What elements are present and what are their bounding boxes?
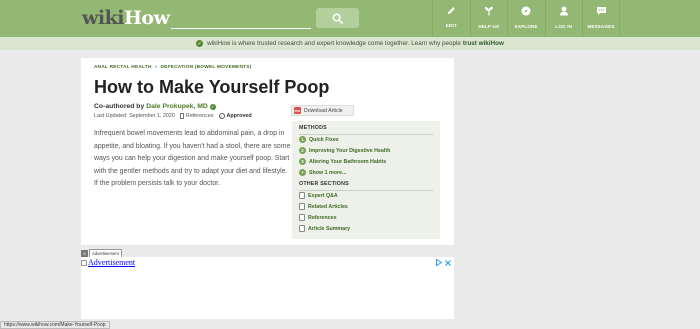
trust-banner-text: wikiHow is where trusted research and ex… (207, 40, 461, 47)
approved-badge[interactable]: Approved (227, 113, 252, 119)
toc-references[interactable]: References (299, 214, 337, 221)
top-nav: EDIT HELP US EXPLORE LOG IN MESSAGES (432, 0, 620, 37)
toc-related-articles[interactable]: Related Articles (299, 203, 348, 210)
wikihow-logo[interactable]: wikiHow (82, 7, 170, 29)
toc-method-label: Improving Your Digestive Health (309, 147, 391, 154)
coauthor-name-link[interactable]: Dale Prokupek, MD (146, 103, 208, 110)
nav-help-us-label: HELP US (478, 24, 500, 29)
breadcrumb-separator: » (154, 65, 158, 70)
chat-icon (596, 7, 606, 15)
page-title: How to Make Yourself Poop (94, 77, 330, 97)
browser-status-bar: https://www.wikihow.com/Make-Yourself-Po… (0, 321, 110, 329)
references-icon (299, 214, 305, 221)
toc-article-summary[interactable]: Article Summary (299, 225, 350, 232)
method-number-badge: 2 (299, 147, 306, 154)
close-icon (445, 259, 451, 266)
adchoices-icon (436, 259, 442, 266)
breadcrumb: ANAL RECTAL HEALTH» DEFECATION (BOWEL MOV… (94, 65, 251, 70)
search-input[interactable] (171, 11, 311, 29)
site-header: wikiHow EDIT HELP US EXPLORE LOG IN MESS… (0, 0, 700, 37)
download-article-button[interactable]: PDF Download Article (291, 105, 354, 116)
references-link[interactable]: References (186, 113, 214, 119)
ad-choices[interactable] (436, 259, 451, 266)
nav-explore-label: EXPLORE (514, 24, 538, 29)
breadcrumb-item[interactable]: ANAL RECTAL HEALTH (94, 65, 152, 70)
user-icon (559, 6, 568, 16)
toc-other-label: Related Articles (308, 203, 348, 210)
status-url: https://www.wikihow.com/Make-Yourself-Po… (4, 322, 106, 328)
article-card: ANAL RECTAL HEALTH» DEFECATION (BOWEL MOV… (81, 58, 454, 245)
method-number-badge: 1 (299, 136, 306, 143)
related-articles-icon (299, 203, 305, 210)
download-article-label: Download Article (304, 107, 343, 114)
pencil-icon (447, 7, 455, 15)
toc-method-label: Altering Your Bathroom Habits (309, 158, 387, 165)
toc-other-heading: OTHER SECTIONS (299, 181, 349, 187)
nav-messages[interactable]: MESSAGES (582, 0, 620, 37)
verified-icon: ✓ (209, 103, 216, 110)
article-meta: Last Updated: September 1, 2020 Referenc… (94, 113, 252, 119)
method-number-badge: 3 (299, 158, 306, 165)
qa-icon (299, 192, 305, 199)
pdf-icon: PDF (294, 107, 301, 114)
advertisement-box: Advertisement (81, 257, 454, 319)
toc-divider (299, 190, 433, 191)
broken-image-icon (81, 259, 87, 266)
toc-divider (299, 134, 433, 135)
toc-method-label: Quick Fixes (309, 136, 339, 143)
compass-icon (521, 6, 531, 16)
trust-wikihow-link[interactable]: trust wikiHow (463, 40, 504, 47)
summary-icon (299, 225, 305, 232)
toc-method-item[interactable]: 1 Quick Fixes (299, 136, 339, 143)
toc-method-item[interactable]: 2 Improving Your Digestive Health (299, 147, 390, 154)
document-icon (179, 113, 184, 119)
advertisement-alt-text: Advertisement (88, 258, 136, 267)
nav-log-in[interactable]: LOG IN (544, 0, 583, 37)
table-of-contents: METHODS 1 Quick Fixes 2 Improving Your D… (292, 121, 440, 239)
plus-icon: + (299, 169, 306, 176)
nav-log-in-label: LOG IN (555, 24, 573, 29)
nav-edit-label: EDIT (445, 23, 457, 28)
nav-help-us[interactable]: HELP US (469, 0, 508, 37)
toc-expert-qa[interactable]: Expert Q&A (299, 192, 338, 199)
toc-show-more-label: Show 1 more... (309, 169, 347, 176)
toc-other-label: Expert Q&A (308, 192, 338, 199)
search-icon (332, 13, 343, 24)
sprout-icon (484, 6, 493, 16)
toc-methods-heading: METHODS (299, 125, 327, 131)
toc-other-label: References (308, 214, 337, 221)
last-updated: Last Updated: September 1, 2020 (94, 113, 175, 119)
approved-check-icon: ✓ (218, 113, 225, 119)
nav-messages-label: MESSAGES (587, 24, 615, 29)
coauthor-prefix: Co-authored by (94, 103, 145, 110)
toc-show-more[interactable]: + Show 1 more... (299, 169, 346, 176)
coauthor-line: Co-authored by Dale Prokupek, MD ✓ (94, 103, 216, 110)
nav-explore[interactable]: EXPLORE (507, 0, 545, 37)
checkmark-icon: ✓ (196, 40, 204, 47)
toc-other-label: Article Summary (308, 225, 351, 232)
advertisement-image-link[interactable]: Advertisement (81, 258, 135, 267)
search-button[interactable] (316, 8, 359, 28)
trust-banner: ✓ wikiHow is where trusted research and … (0, 37, 700, 50)
toc-method-item[interactable]: 3 Altering Your Bathroom Habits (299, 158, 386, 165)
article-intro: Infrequent bowel movements lead to abdom… (94, 130, 291, 187)
nav-edit[interactable]: EDIT (432, 0, 470, 37)
breadcrumb-item[interactable]: DEFECATION (BOWEL MOVEMENTS) (160, 65, 251, 70)
